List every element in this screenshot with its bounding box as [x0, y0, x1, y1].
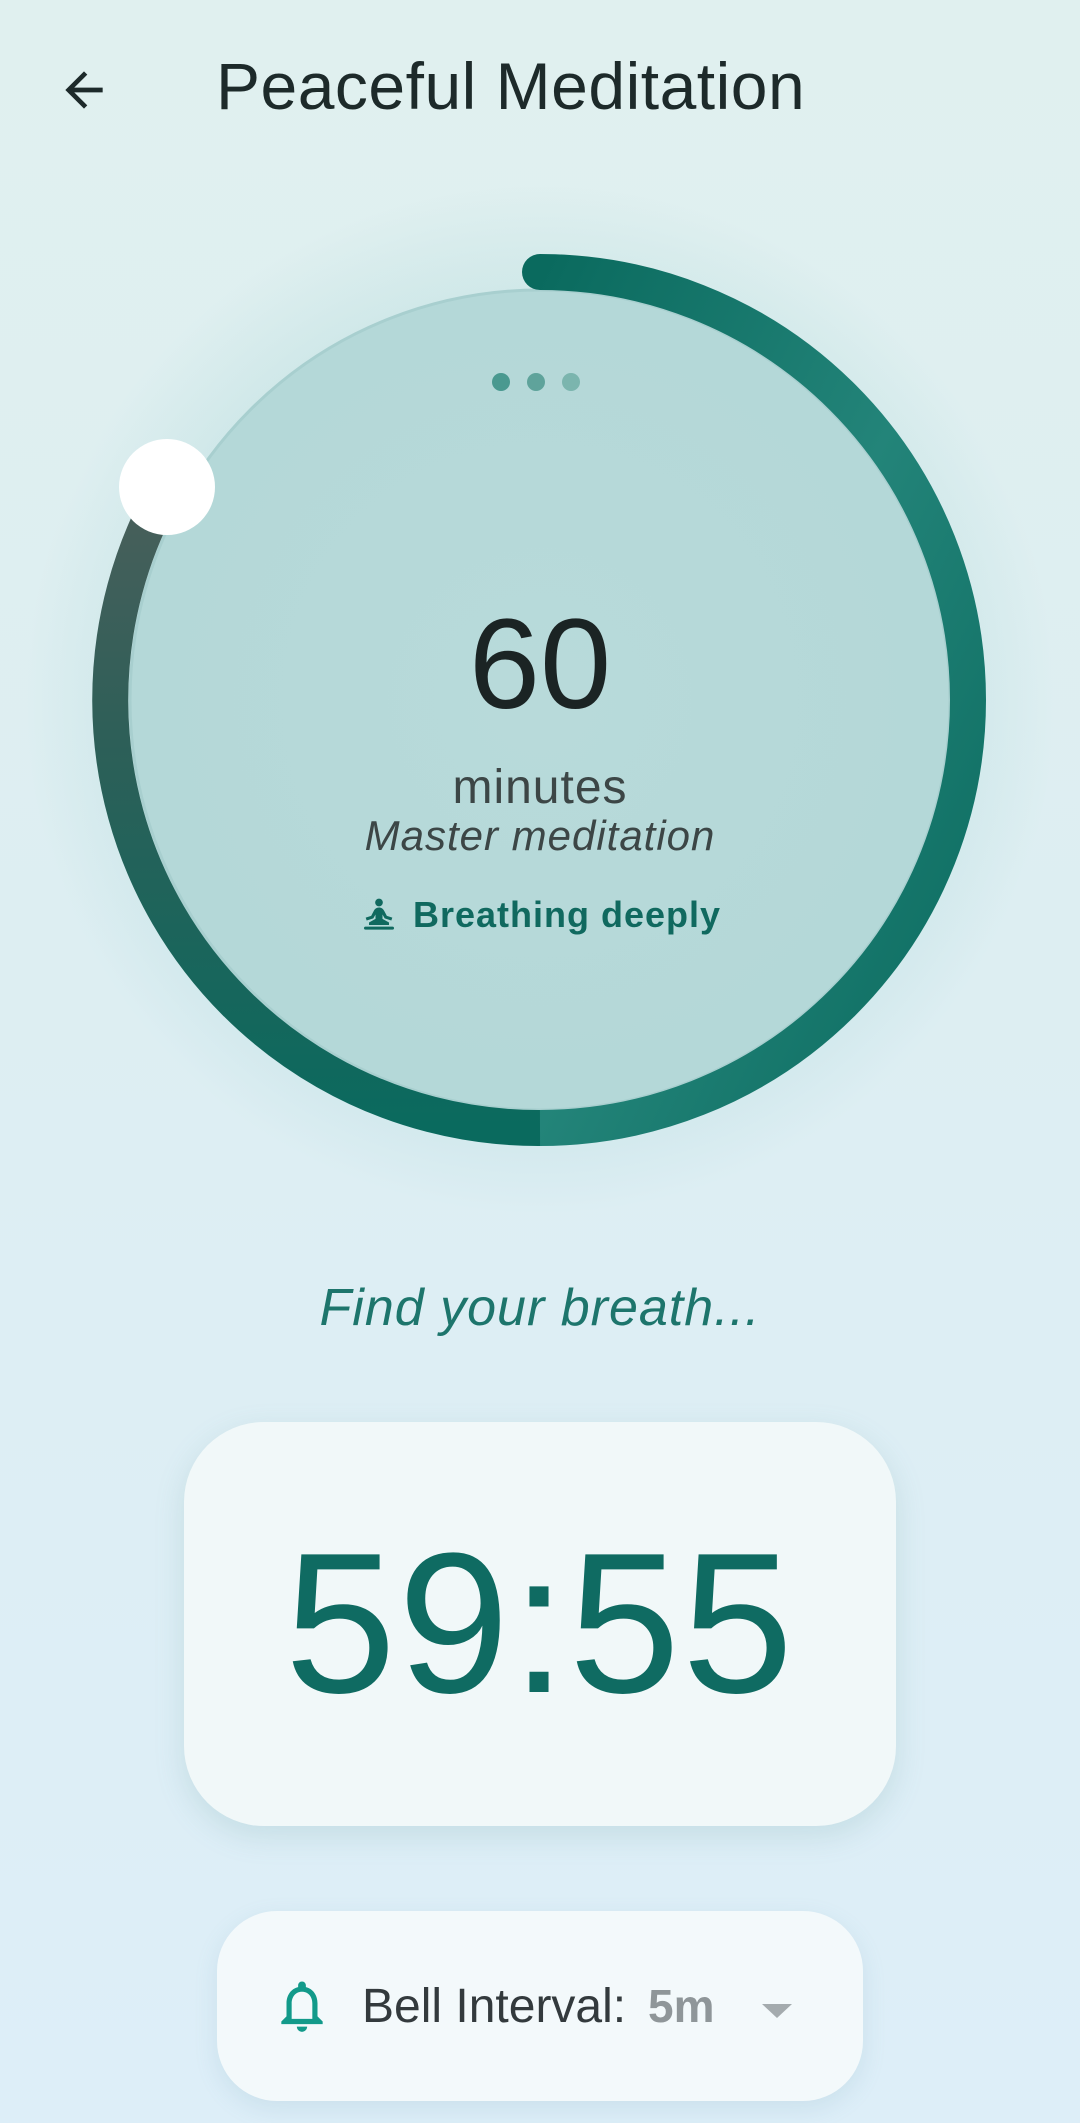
page-indicator-dots: [492, 373, 580, 391]
duration-unit: minutes: [452, 761, 628, 814]
dial-handle[interactable]: [119, 439, 215, 535]
dropdown-arrow-icon[interactable]: [757, 1991, 797, 2031]
meditation-pose-icon: [363, 898, 394, 930]
timer-card: 59:55: [184, 1422, 896, 1826]
timer-remaining: 59:55: [284, 1512, 796, 1735]
breath-prompt: Find your breath...: [319, 1279, 761, 1337]
bell-interval-label: Bell Interval:: [362, 1980, 627, 2033]
breathing-status-text: Breathing deeply: [412, 894, 722, 935]
bell-interval-value: 5m: [648, 1980, 715, 2032]
duration-value: 60: [468, 593, 612, 736]
breathing-status: Breathing deeply: [0, 894, 1080, 936]
indicator-dot: [492, 373, 510, 391]
indicator-dot: [527, 373, 545, 391]
bell-icon: [281, 1981, 323, 2032]
meditation-level: Master meditation: [364, 812, 716, 859]
bell-interval-selector[interactable]: Bell Interval: 5m: [217, 1911, 863, 2101]
indicator-dot: [562, 373, 580, 391]
